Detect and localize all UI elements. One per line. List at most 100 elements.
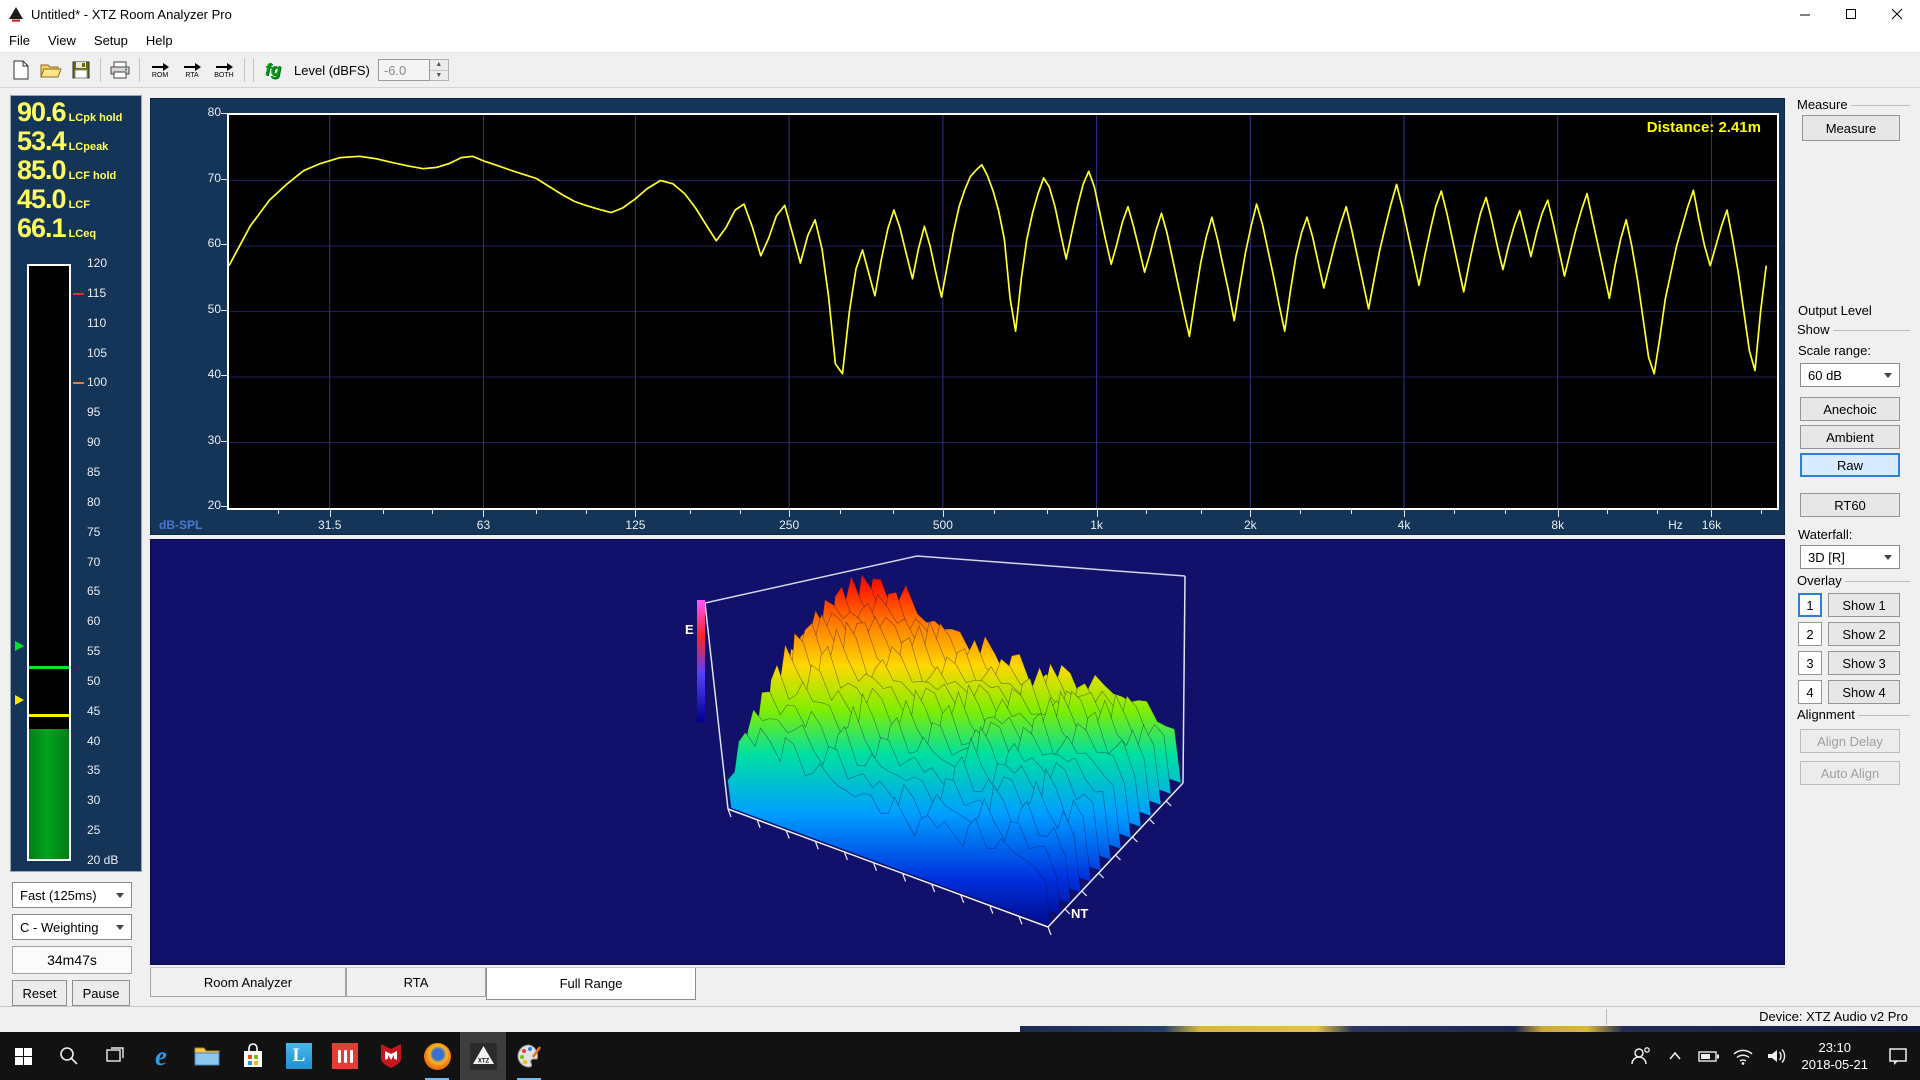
taskbar-firefox[interactable]: [414, 1032, 460, 1080]
show-2-button[interactable]: Show 2: [1828, 622, 1900, 646]
taskbar-l-app[interactable]: L: [276, 1032, 322, 1080]
spinner-down-button[interactable]: ▼: [430, 70, 448, 81]
tab-rta[interactable]: RTA: [346, 968, 486, 997]
send-to-room-button[interactable]: ROM: [144, 55, 176, 85]
menu-help[interactable]: Help: [137, 28, 182, 52]
arrow-caption: RTA: [185, 72, 198, 79]
pause-button[interactable]: Pause: [72, 980, 130, 1006]
spl-meter-panel: 90.6LCpk hold 53.4LCpeak 85.0LCF hold 45…: [10, 95, 142, 872]
app-logo-icon: [8, 6, 24, 22]
waterfall-left-axis-label: E: [685, 622, 694, 637]
weighting-select[interactable]: C - Weighting: [12, 914, 132, 940]
tab-full-range[interactable]: Full Range: [486, 968, 696, 1000]
x-axis-label: 16k: [1689, 518, 1733, 532]
x-axis-minor-tick: [893, 510, 894, 514]
rt60-button[interactable]: RT60: [1800, 493, 1900, 517]
reading-lcf-hold: 85.0LCF hold: [11, 154, 141, 183]
y-axis-title: dB-SPL: [159, 518, 202, 532]
save-button[interactable]: [66, 55, 96, 85]
menu-file[interactable]: File: [0, 28, 39, 52]
open-file-button[interactable]: [36, 55, 66, 85]
response-speed-select[interactable]: Fast (125ms): [12, 882, 132, 908]
taskbar-xtz-app[interactable]: XTZ: [460, 1032, 506, 1080]
xtz-app-icon: XTZ: [470, 1043, 497, 1070]
taskbar-search-button[interactable]: [46, 1032, 92, 1080]
people-icon[interactable]: [1624, 1032, 1658, 1080]
waterfall-mode-select[interactable]: 3D [R]: [1800, 545, 1900, 569]
close-button[interactable]: [1874, 0, 1920, 28]
raw-button[interactable]: Raw: [1800, 453, 1900, 477]
spinner-up-button[interactable]: ▲: [430, 60, 448, 70]
meter-scale-label: 70: [87, 555, 141, 569]
level-spinner: ▲ ▼: [430, 59, 449, 81]
send-to-rta-button[interactable]: RTA: [176, 55, 208, 85]
taskbar-paint[interactable]: [506, 1032, 552, 1080]
meter-scale-label: 55: [87, 644, 141, 658]
start-button[interactable]: [0, 1032, 46, 1080]
reading-lcpeak: 53.4LCpeak: [11, 125, 141, 154]
overlay-1-button[interactable]: 1: [1798, 593, 1822, 617]
x-axis-label: 1k: [1075, 518, 1119, 532]
battery-icon[interactable]: [1692, 1032, 1726, 1080]
auto-align-button[interactable]: Auto Align: [1800, 761, 1900, 785]
taskbar-store[interactable]: [230, 1032, 276, 1080]
y-axis-tick: [221, 179, 227, 180]
show-4-button[interactable]: Show 4: [1828, 680, 1900, 704]
maximize-button[interactable]: [1828, 0, 1874, 28]
overlay-4-button[interactable]: 4: [1798, 680, 1822, 704]
show-3-button[interactable]: Show 3: [1828, 651, 1900, 675]
show-1-button[interactable]: Show 1: [1828, 593, 1900, 617]
wifi-icon[interactable]: [1726, 1032, 1760, 1080]
tab-room-analyzer[interactable]: Room Analyzer: [150, 968, 346, 997]
x-axis-minor-tick: [586, 510, 587, 514]
level-dbfs-label: Level (dBFS): [294, 63, 370, 78]
meter-scale-label: 110: [87, 316, 141, 330]
x-axis-tick: [1558, 510, 1559, 517]
clock-time: 23:10: [1802, 1039, 1869, 1056]
overlay-2-button[interactable]: 2: [1798, 622, 1822, 646]
y-axis-tick: [221, 244, 227, 245]
meter-scale-label: 95: [87, 405, 141, 419]
taskbar-edge[interactable]: e: [138, 1032, 184, 1080]
taskbar: e L XTZ 23:10 2018-05-21: [0, 1032, 1920, 1080]
windows-logo-icon: [15, 1048, 32, 1065]
taskbar-file-explorer[interactable]: [184, 1032, 230, 1080]
meter-green-marker: [15, 641, 24, 651]
overlay-3-button[interactable]: 3: [1798, 651, 1822, 675]
meter-scale-label: 85: [87, 465, 141, 479]
save-floppy-icon: [72, 61, 90, 79]
waterfall-3d-surface: ENT: [151, 540, 1784, 964]
window-title: Untitled* - XTZ Room Analyzer Pro: [31, 7, 232, 22]
measure-button[interactable]: Measure: [1802, 115, 1900, 141]
ambient-button[interactable]: Ambient: [1800, 425, 1900, 449]
generator-icon: fg: [265, 60, 281, 80]
device-status: Device: XTZ Audio v2 Pro: [1759, 1009, 1908, 1024]
volume-icon[interactable]: [1760, 1032, 1794, 1080]
frequency-response-chart: Distance: 2.41m dB-SPL 8070605040302031.…: [150, 98, 1785, 535]
x-axis-label: 4k: [1382, 518, 1426, 532]
task-view-button[interactable]: [92, 1032, 138, 1080]
generator-button[interactable]: fg: [258, 55, 288, 85]
x-axis-minor-tick: [278, 510, 279, 514]
align-delay-button[interactable]: Align Delay: [1800, 729, 1900, 753]
meter-yellow-line: [29, 714, 69, 717]
taskbar-red-app[interactable]: [322, 1032, 368, 1080]
new-file-button[interactable]: [6, 55, 36, 85]
menu-view[interactable]: View: [39, 28, 85, 52]
taskbar-clock[interactable]: 23:10 2018-05-21: [1794, 1039, 1877, 1073]
scale-range-select[interactable]: 60 dB: [1800, 363, 1900, 387]
level-dbfs-input[interactable]: -6.0: [378, 59, 430, 81]
minimize-button[interactable]: [1782, 0, 1828, 28]
x-axis-label: 250: [767, 518, 811, 532]
action-center-icon[interactable]: [1876, 1032, 1920, 1080]
distance-readout: Distance: 2.41m: [1531, 119, 1761, 136]
menu-setup[interactable]: Setup: [85, 28, 137, 52]
tray-chevron-up-icon[interactable]: [1658, 1032, 1692, 1080]
print-button[interactable]: [105, 55, 135, 85]
reset-button[interactable]: Reset: [12, 980, 67, 1006]
taskbar-mcafee[interactable]: [368, 1032, 414, 1080]
anechoic-button[interactable]: Anechoic: [1800, 397, 1900, 421]
y-axis-tick: [221, 375, 227, 376]
send-to-both-button[interactable]: BOTH: [208, 55, 240, 85]
meter-scale-label: 40: [87, 734, 141, 748]
